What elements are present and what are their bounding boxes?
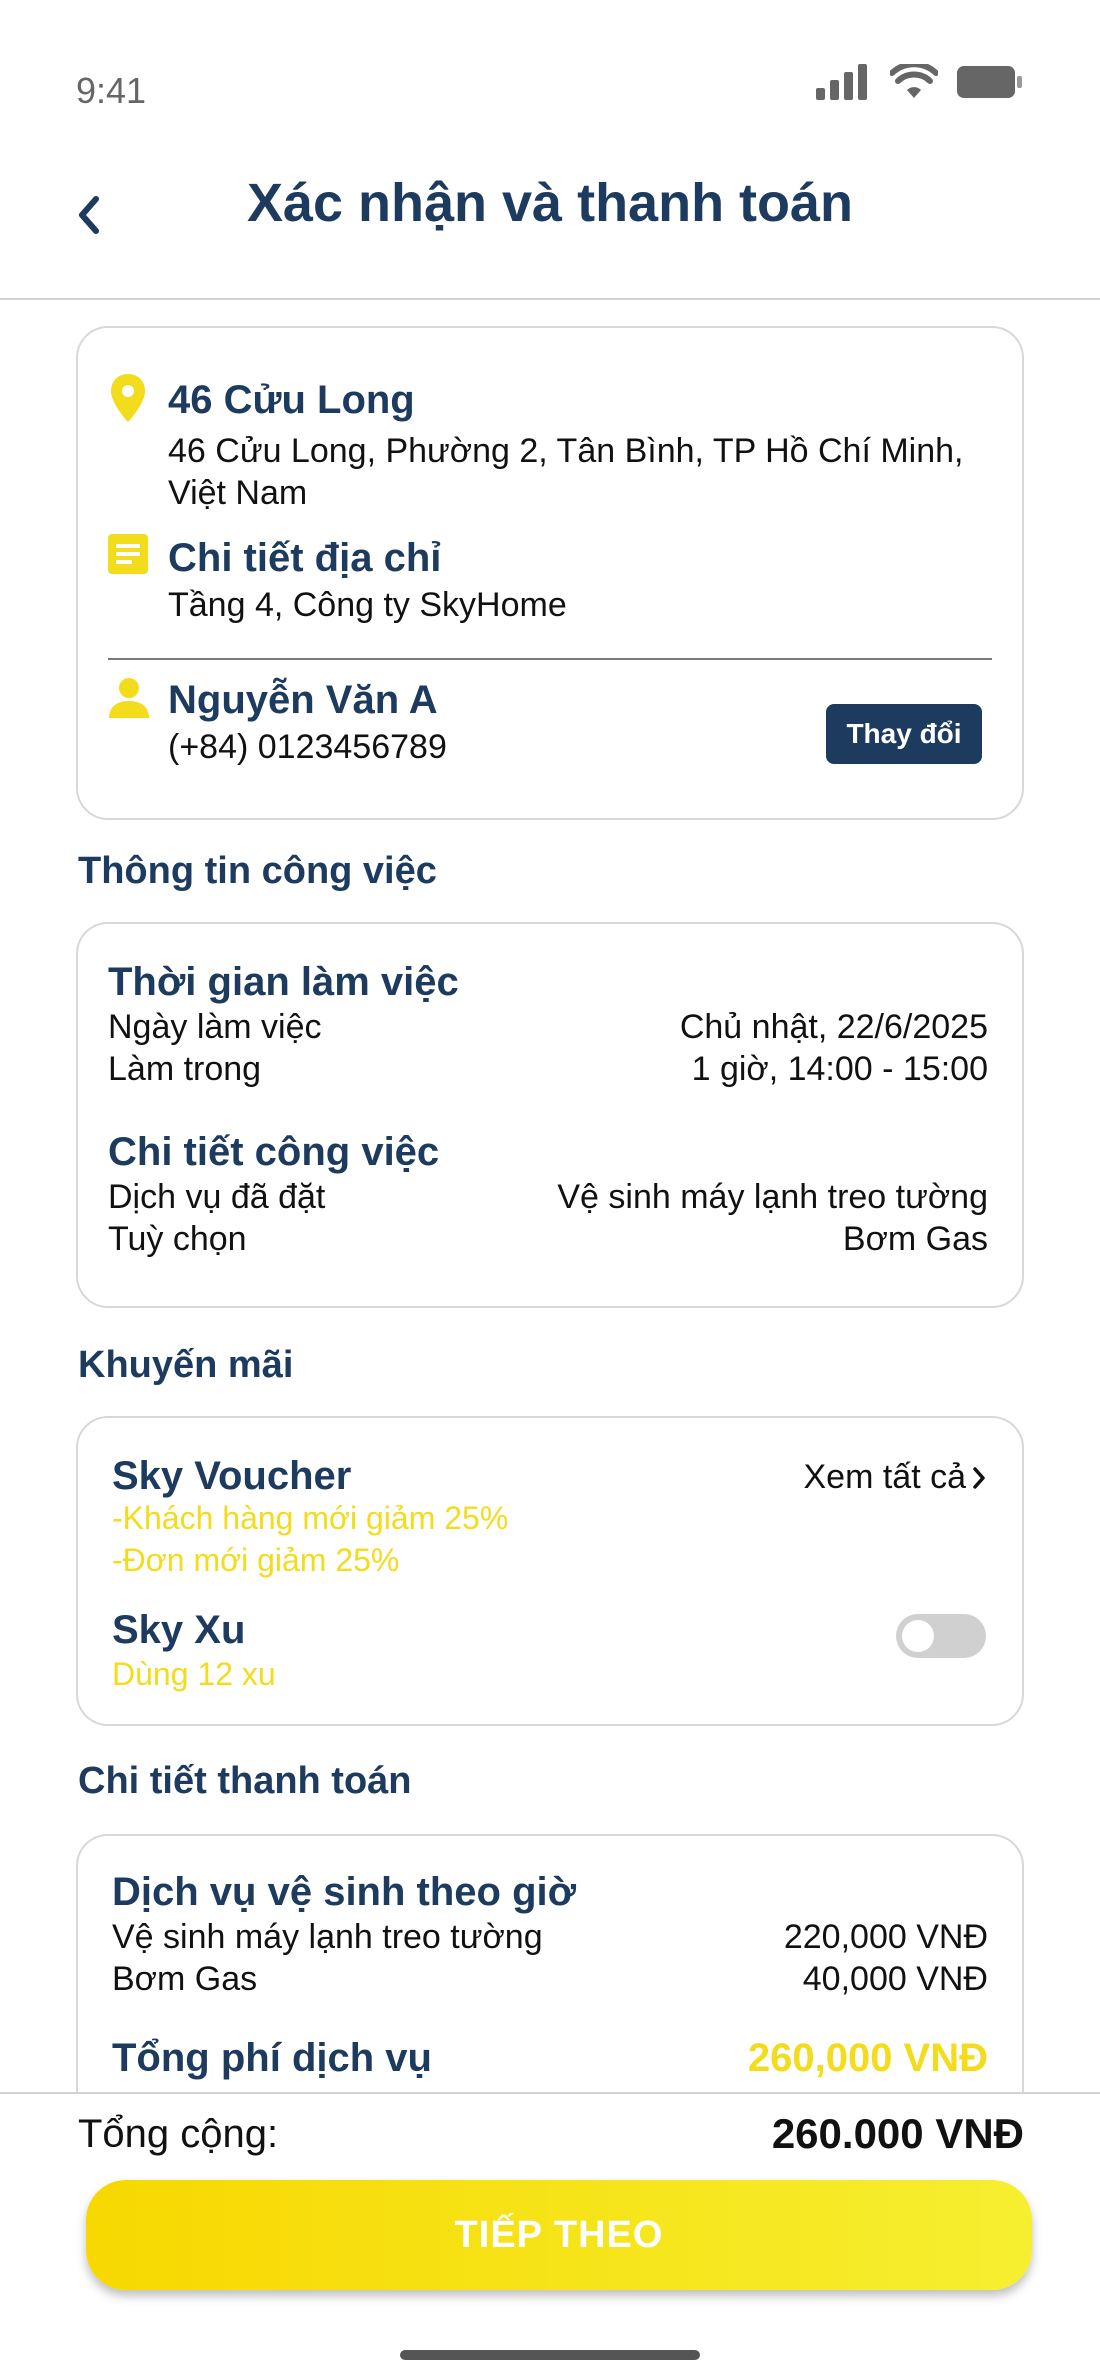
header: Xác nhận và thanh toán — [0, 160, 1100, 300]
duration-row: Làm trong 1 giờ, 14:00 - 15:00 — [108, 1050, 988, 1089]
battery-icon — [957, 66, 1022, 98]
work-date-row: Ngày làm việc Chủ nhật, 22/6/2025 — [108, 1008, 988, 1047]
address-full: 46 Cửu Long, Phường 2, Tân Bình, TP Hồ C… — [168, 432, 964, 512]
payment-card: Dịch vụ vệ sinh theo giờ Vệ sinh máy lạn… — [76, 1834, 1024, 2134]
work-date-label: Ngày làm việc — [108, 1008, 322, 1046]
grand-total-label: Tổng cộng: — [78, 2112, 279, 2156]
page-title: Xác nhận và thanh toán — [246, 173, 854, 233]
voucher-item: -Đơn mới giảm 25% — [112, 1542, 400, 1578]
payment-item-row: Bơm Gas 40,000 VNĐ — [112, 1960, 988, 1999]
address-detail: Tầng 4, Công ty SkyHome — [168, 586, 567, 624]
job-section-title: Thông tin công việc — [78, 850, 437, 892]
toggle-knob — [902, 1620, 934, 1652]
payment-section-title: Chi tiết thanh toán — [78, 1760, 412, 1802]
grand-total-value: 260.000 VNĐ — [771, 2110, 1024, 2157]
option-value: Bơm Gas — [842, 1220, 988, 1258]
payment-item-row: Vệ sinh máy lạnh treo tường 220,000 VNĐ — [112, 1918, 988, 1957]
payment-item-label: Vệ sinh máy lạnh treo tường — [112, 1918, 543, 1956]
payment-heading: Dịch vụ vệ sinh theo giờ — [112, 1870, 577, 1914]
job-card: Thời gian làm việc Ngày làm việc Chủ nhậ… — [76, 922, 1024, 1308]
service-row: Dịch vụ đã đặt Vệ sinh máy lạnh treo tườ… — [108, 1178, 988, 1217]
wifi-icon — [890, 64, 938, 98]
duration-value: 1 giờ, 14:00 - 15:00 — [691, 1050, 988, 1088]
see-all-link[interactable]: Xem tất cả — [803, 1458, 986, 1497]
notes-icon — [108, 534, 148, 574]
divider — [108, 658, 992, 660]
address-name: 46 Cửu Long — [168, 378, 415, 422]
address-detail-label: Chi tiết địa chỉ — [168, 536, 442, 580]
payment-item-amount: 40,000 VNĐ — [802, 1960, 988, 1998]
contact-phone: (+84) 0123456789 — [168, 728, 447, 766]
checkout-bar: Tổng cộng: 260.000 VNĐ TIẾP THEO — [0, 2092, 1100, 2379]
xu-text: Dùng 12 xu — [112, 1656, 276, 1692]
voucher-heading: Sky Voucher — [112, 1454, 352, 1498]
service-value: Vệ sinh máy lạnh treo tường — [557, 1178, 988, 1216]
option-label: Tuỳ chọn — [108, 1220, 247, 1258]
location-pin-icon — [111, 374, 145, 422]
person-icon — [109, 678, 149, 718]
contact-name: Nguyễn Văn A — [168, 678, 438, 722]
service-total-amount: 260,000 VNĐ — [747, 2036, 988, 2080]
job-detail-heading: Chi tiết công việc — [108, 1130, 440, 1174]
change-button[interactable]: Thay đổi — [826, 704, 982, 764]
address-card: 46 Cửu Long 46 Cửu Long, Phường 2, Tân B… — [76, 326, 1024, 820]
payment-item-label: Bơm Gas — [112, 1960, 258, 1998]
cellular-signal-icon — [816, 64, 867, 100]
service-label: Dịch vụ đã đặt — [108, 1178, 326, 1216]
xu-heading: Sky Xu — [112, 1608, 246, 1652]
voucher-item: -Khách hàng mới giảm 25% — [112, 1500, 509, 1536]
payment-item-amount: 220,000 VNĐ — [783, 1918, 988, 1956]
duration-label: Làm trong — [108, 1050, 262, 1088]
status-time: 9:41 — [76, 70, 147, 111]
chevron-right-icon — [973, 1466, 985, 1489]
work-time-heading: Thời gian làm việc — [108, 960, 459, 1004]
status-bar: 9:41 — [0, 0, 1100, 160]
service-total-label: Tổng phí dịch vụ — [112, 2036, 432, 2080]
work-date-value: Chủ nhật, 22/6/2025 — [679, 1008, 988, 1046]
xu-toggle[interactable] — [896, 1614, 986, 1658]
promo-section-title: Khuyến mãi — [78, 1344, 294, 1386]
next-button[interactable]: TIẾP THEO — [86, 2180, 1032, 2290]
promo-card: Sky Voucher Xem tất cả -Khách hàng mới g… — [76, 1416, 1024, 1726]
home-indicator — [400, 2350, 700, 2360]
service-total-row: Tổng phí dịch vụ 260,000 VNĐ — [112, 2036, 988, 2081]
option-row: Tuỳ chọn Bơm Gas — [108, 1220, 988, 1259]
see-all-label: Xem tất cả — [803, 1458, 966, 1496]
